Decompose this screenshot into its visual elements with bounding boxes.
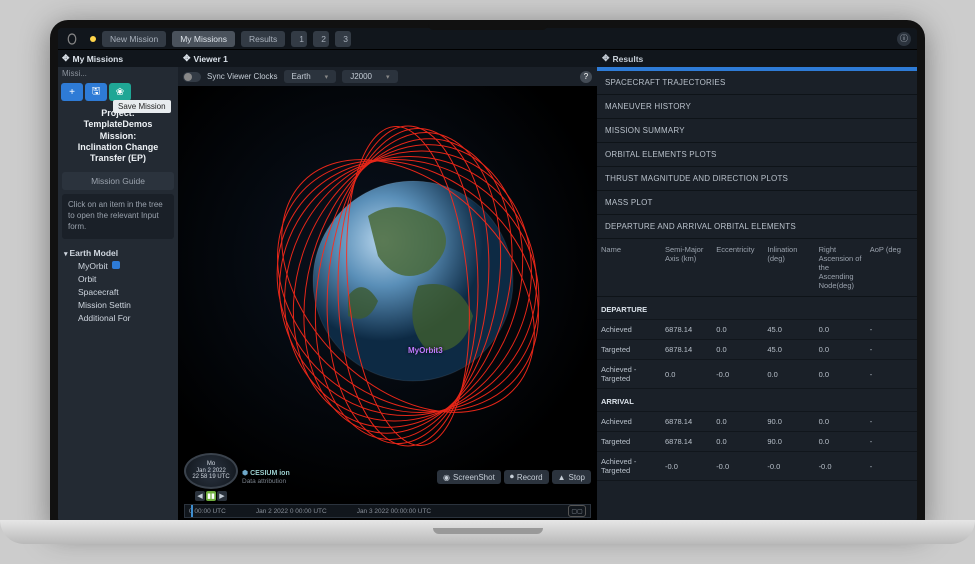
- orbit-trajectories: [238, 116, 578, 456]
- sidebar-title: My Missions: [73, 54, 124, 64]
- section-trajectories[interactable]: SPACECRAFT TRAJECTORIES: [597, 71, 917, 95]
- sync-clocks-label: Sync Viewer Clocks: [207, 72, 278, 81]
- record-button[interactable]: ⏺ Record: [504, 470, 549, 484]
- tree-item-additional-forces[interactable]: Additional For: [64, 312, 172, 325]
- orbit-label: MyOrbit3: [408, 346, 443, 355]
- sync-clocks-toggle[interactable]: [183, 72, 201, 82]
- tree-item-myorbit[interactable]: MyOrbit: [64, 260, 172, 273]
- sidebar-subline: Missi...: [58, 67, 178, 80]
- col-inc[interactable]: Inlination (deg): [763, 239, 814, 297]
- sun-icon: [90, 36, 96, 42]
- results-title: Results: [613, 54, 644, 64]
- timeline[interactable]: 0 00:00 UTC Jan 2 2022 0 00:00 UTC Jan 3…: [184, 504, 591, 518]
- col-sma[interactable]: Semi-Major Axis (km): [661, 239, 712, 297]
- tree-item-spacecraft[interactable]: Spacecraft: [64, 286, 172, 299]
- help-icon[interactable]: ⓘ: [897, 32, 911, 46]
- new-mission-button[interactable]: New Mission: [102, 31, 166, 47]
- table-row[interactable]: Achieved - Targeted0.0-0.00.00.0-: [597, 360, 917, 389]
- tree-root[interactable]: Earth Model: [64, 247, 172, 260]
- section-mission-summary[interactable]: MISSION SUMMARY: [597, 119, 917, 143]
- mission-guide-text: Click on an item in the tree to open the…: [62, 194, 174, 238]
- body-select[interactable]: Earth: [284, 70, 337, 83]
- viewer-footer: Mo Jan 2 2022 22 58 19 UTC ◀ ▮▮ ▶: [178, 449, 597, 522]
- results-panel: Results SPACECRAFT TRAJECTORIES MANEUVER…: [597, 50, 917, 522]
- tree-item-mission-setting[interactable]: Mission Settin: [64, 299, 172, 312]
- sidebar-header[interactable]: My Missions: [58, 50, 178, 67]
- vr-icon[interactable]: ▢▢: [568, 505, 586, 517]
- drag-icon: [183, 53, 191, 64]
- frame-select[interactable]: J2000: [342, 70, 397, 83]
- section-thrust-plots[interactable]: THRUST MAGNITUDE AND DIRECTION PLOTS: [597, 167, 917, 191]
- stop-button[interactable]: ▲ Stop: [552, 470, 591, 484]
- rewind-icon[interactable]: ◀: [195, 491, 205, 501]
- app-logo-icon: [64, 31, 80, 47]
- results-header[interactable]: Results: [597, 50, 917, 67]
- table-group-header: DEPARTURE: [597, 297, 917, 320]
- data-attribution[interactable]: Data attribution: [242, 478, 290, 485]
- viewer-help-icon[interactable]: ?: [580, 71, 592, 83]
- mission-guide-button[interactable]: Mission Guide: [62, 172, 174, 190]
- leaf-button[interactable]: ❀: [109, 83, 131, 101]
- section-mass-plot[interactable]: MASS PLOT: [597, 191, 917, 215]
- tree-item-orbit[interactable]: Orbit: [64, 273, 172, 286]
- save-mission-tooltip: Save Mission: [113, 100, 171, 113]
- tab-2[interactable]: 2: [313, 31, 329, 47]
- drag-icon: [602, 53, 610, 64]
- section-orbital-plots[interactable]: ORBITAL ELEMENTS PLOTS: [597, 143, 917, 167]
- viewer-toolbar: Sync Viewer Clocks Earth J2000 ?: [178, 67, 597, 86]
- tab-1[interactable]: 1: [291, 31, 307, 47]
- project-block: Project: TemplateDemos Mission: Inclinat…: [58, 104, 178, 168]
- col-ecc[interactable]: Eccentricity: [712, 239, 763, 297]
- timeline-playhead[interactable]: [191, 505, 193, 517]
- add-button[interactable]: +: [61, 83, 83, 101]
- viewer-title: Viewer 1: [194, 54, 228, 64]
- col-raan[interactable]: Right Ascension of the Ascending Node(de…: [815, 239, 866, 297]
- viewer-header[interactable]: Viewer 1: [178, 50, 597, 67]
- results-button[interactable]: Results: [241, 31, 285, 47]
- top-bar: New Mission My Missions Results 1 2 3 ⓘ: [58, 28, 917, 50]
- mission-tree: Earth Model MyOrbit Orbit Spacecraft Mis…: [58, 245, 178, 327]
- col-name[interactable]: Name: [597, 239, 661, 297]
- clock-widget[interactable]: Mo Jan 2 2022 22 58 19 UTC ◀ ▮▮ ▶: [184, 453, 238, 501]
- drag-icon: [62, 53, 70, 64]
- tab-3[interactable]: 3: [335, 31, 351, 47]
- section-departure-arrival[interactable]: DEPARTURE AND ARRIVAL ORBITAL ELEMENTS: [597, 215, 917, 239]
- section-maneuver-history[interactable]: MANEUVER HISTORY: [597, 95, 917, 119]
- badge-icon: [112, 261, 120, 269]
- play-icon[interactable]: ▮▮: [206, 491, 216, 501]
- cesium-logo: ⬢ CESIUM ion: [242, 469, 290, 477]
- save-button[interactable]: 🖫: [85, 83, 107, 101]
- orbital-elements-table: Name Semi-Major Axis (km) Eccentricity I…: [597, 239, 917, 481]
- sidebar: My Missions Missi... Save Mission + 🖫 ❀ …: [58, 50, 178, 522]
- viewer-panel: Viewer 1 Sync Viewer Clocks Earth J2000 …: [178, 50, 597, 522]
- globe-viewport[interactable]: MyOrbit3 Mo Jan 2 2022 22 58 19 UTC: [178, 86, 597, 522]
- table-group-header: ARRIVAL: [597, 389, 917, 412]
- table-row[interactable]: Targeted6878.140.045.00.0-: [597, 340, 917, 360]
- forward-icon[interactable]: ▶: [217, 491, 227, 501]
- col-aop[interactable]: AoP (deg: [866, 239, 917, 297]
- table-row[interactable]: Targeted6878.140.090.00.0-: [597, 432, 917, 452]
- table-row[interactable]: Achieved6878.140.090.00.0-: [597, 412, 917, 432]
- table-row[interactable]: Achieved6878.140.045.00.0-: [597, 320, 917, 340]
- screenshot-button[interactable]: ◉ ScreenShot: [437, 470, 501, 484]
- table-row[interactable]: Achieved - Targeted-0.0-0.0-0.0-0.0-: [597, 452, 917, 481]
- my-missions-button[interactable]: My Missions: [172, 31, 235, 47]
